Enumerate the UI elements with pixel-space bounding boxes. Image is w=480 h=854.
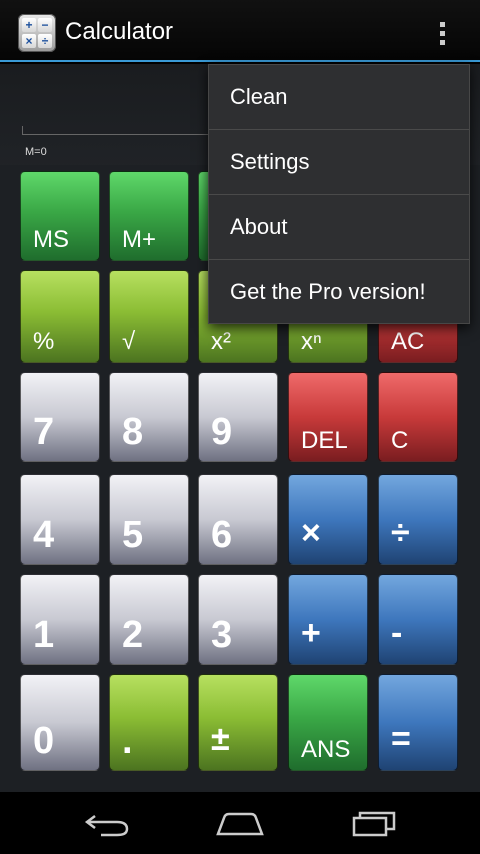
minus-button[interactable]: - [378, 574, 458, 665]
recent-apps-icon[interactable] [325, 792, 425, 854]
navigation-bar [0, 792, 480, 854]
ms-button[interactable]: MS [20, 171, 100, 261]
overflow-menu-icon[interactable] [428, 14, 456, 52]
clear-button[interactable]: C [378, 372, 458, 462]
menu-item-settings[interactable]: Settings [209, 130, 469, 195]
overflow-menu: Clean Settings About Get the Pro version… [208, 64, 470, 324]
percent-button[interactable]: % [20, 270, 100, 363]
app-title: Calculator [65, 18, 174, 45]
sqrt-button[interactable]: √ [109, 270, 189, 363]
decimal-point-button[interactable]: . [109, 674, 189, 771]
calculator-app-icon: + − × ÷ [18, 14, 56, 52]
home-icon[interactable] [190, 792, 290, 854]
menu-item-get-pro[interactable]: Get the Pro version! [209, 260, 469, 325]
digit-0-button[interactable]: 0 [20, 674, 100, 771]
plus-symbol: + [22, 18, 36, 32]
digit-3-button[interactable]: 3 [198, 574, 278, 665]
digit-6-button[interactable]: 6 [198, 474, 278, 565]
digit-2-button[interactable]: 2 [109, 574, 189, 665]
minus-symbol: − [38, 18, 52, 32]
digit-4-button[interactable]: 4 [20, 474, 100, 565]
del-button[interactable]: DEL [288, 372, 368, 462]
plus-minus-button[interactable]: ± [198, 674, 278, 771]
digit-7-button[interactable]: 7 [20, 372, 100, 462]
digit-5-button[interactable]: 5 [109, 474, 189, 565]
menu-item-about[interactable]: About [209, 195, 469, 260]
back-icon[interactable] [58, 792, 158, 854]
digit-8-button[interactable]: 8 [109, 372, 189, 462]
plus-button[interactable]: + [288, 574, 368, 665]
digit-9-button[interactable]: 9 [198, 372, 278, 462]
m-plus-button[interactable]: M+ [109, 171, 189, 261]
memory-indicator: M=0 [25, 146, 47, 158]
divide-button[interactable]: ÷ [378, 474, 458, 565]
menu-item-clean[interactable]: Clean [209, 65, 469, 130]
multiply-symbol: × [22, 34, 36, 48]
divide-symbol: ÷ [38, 34, 52, 48]
digit-1-button[interactable]: 1 [20, 574, 100, 665]
equals-button[interactable]: = [378, 674, 458, 771]
ans-button[interactable]: ANS [288, 674, 368, 771]
action-bar: + − × ÷ Calculator [0, 0, 480, 62]
multiply-button[interactable]: × [288, 474, 368, 565]
